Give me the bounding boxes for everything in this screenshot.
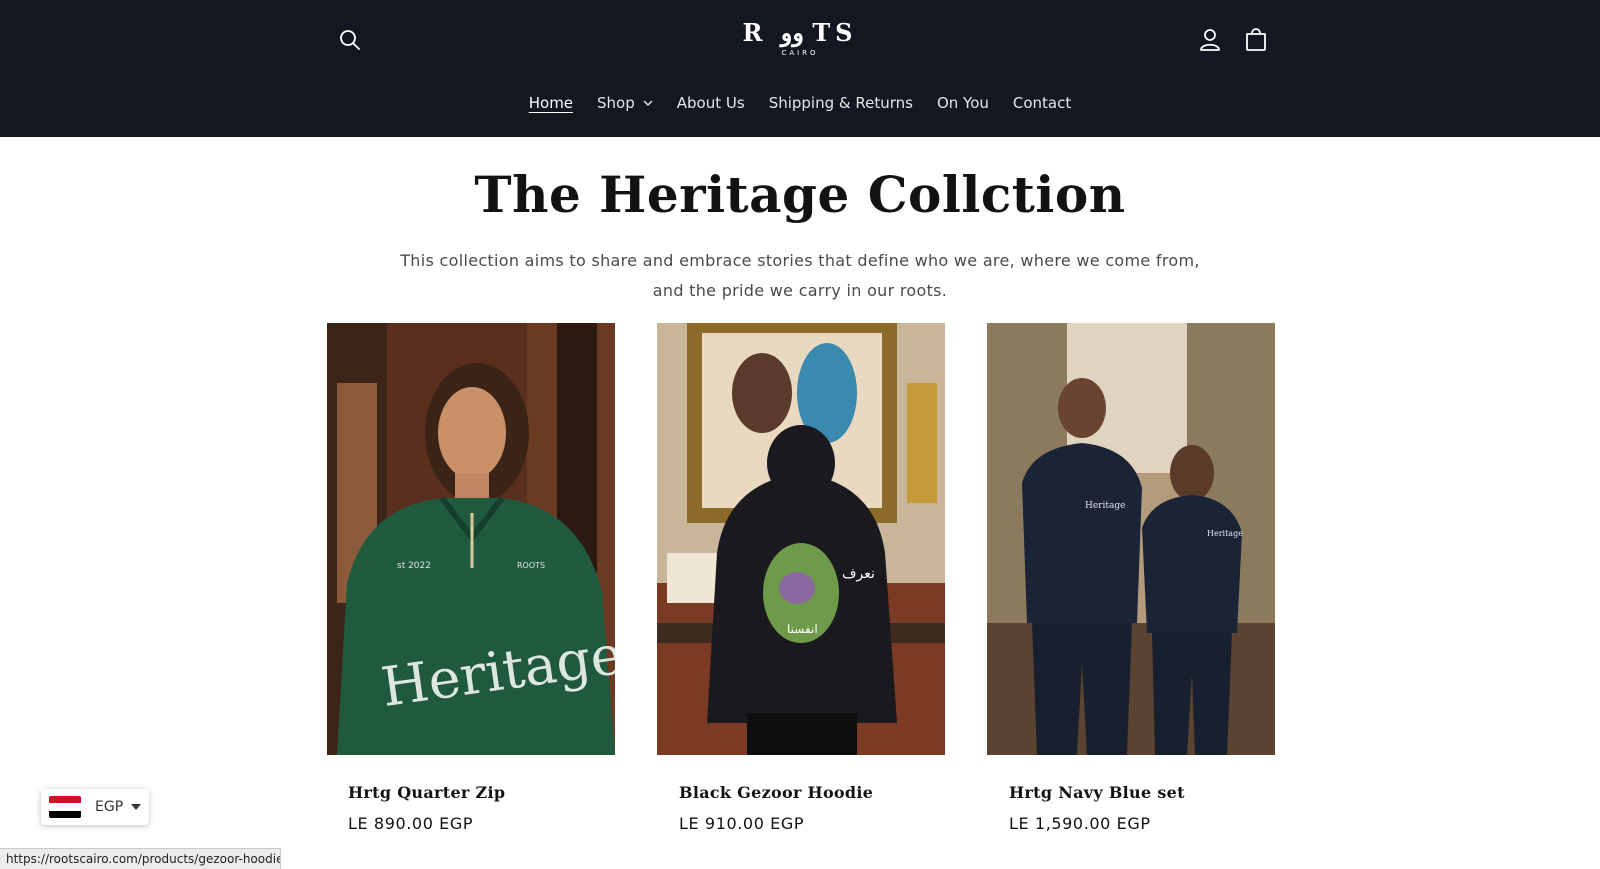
logo-subtext: CAIRO (781, 49, 819, 57)
chevron-down-icon (643, 100, 653, 106)
site-header: R وو TS CAIRO Home Shop About Us Shippin… (0, 0, 1600, 137)
svg-text:انفسنا: انفسنا (787, 622, 818, 636)
user-icon[interactable] (1194, 24, 1226, 56)
nav-on-you[interactable]: On You (925, 94, 1001, 112)
collection-title: The Heritage Collction (474, 165, 1126, 224)
product-card[interactable]: Heritage st 2022 ROOTS (327, 323, 615, 755)
currency-selector[interactable]: EGP (41, 789, 149, 825)
product-name[interactable]: Hrtg Quarter Zip (348, 783, 505, 802)
nav-shipping-returns[interactable]: Shipping & Returns (757, 94, 925, 112)
nav-about-us[interactable]: About Us (665, 94, 757, 112)
currency-code: EGP (95, 799, 124, 815)
nav-shop-label: Shop (597, 94, 635, 112)
svg-text:نعرف: نعرف (842, 566, 875, 582)
product-price: LE 910.00 EGP (679, 814, 805, 833)
svg-text:st 2022: st 2022 (397, 561, 431, 571)
product-image[interactable]: نعرف انفسنا (657, 323, 945, 755)
product-name[interactable]: Black Gezoor Hoodie (679, 783, 873, 802)
product-image[interactable]: Heritage Heritage (987, 323, 1275, 755)
product-price: LE 890.00 EGP (348, 814, 474, 833)
nav-contact[interactable]: Contact (1001, 94, 1083, 112)
egypt-flag-icon (49, 796, 81, 818)
collection-description: This collection aims to share and embrac… (400, 251, 1200, 300)
logo-text: R وو TS (742, 18, 858, 47)
svg-text:Heritage: Heritage (1207, 529, 1243, 538)
caret-down-icon (131, 804, 142, 810)
svg-text:Heritage: Heritage (1085, 501, 1125, 511)
product-price: LE 1,590.00 EGP (1009, 814, 1151, 833)
svg-text:ROOTS: ROOTS (517, 561, 545, 570)
product-card[interactable]: نعرف انفسنا (657, 323, 945, 755)
search-icon[interactable] (334, 24, 366, 56)
main-nav: Home Shop About Us Shipping & Returns On… (0, 88, 1600, 118)
nav-home[interactable]: Home (517, 94, 585, 112)
product-image[interactable]: Heritage st 2022 ROOTS (327, 323, 615, 755)
browser-status-url: https://rootscairo.com/products/gezoor-h… (0, 848, 281, 869)
product-name[interactable]: Hrtg Navy Blue set (1009, 783, 1185, 802)
product-card[interactable]: Heritage Heritage (987, 323, 1275, 755)
cart-icon[interactable] (1240, 24, 1272, 56)
nav-shop[interactable]: Shop (585, 94, 665, 112)
site-logo[interactable]: R وو TS CAIRO (730, 18, 870, 62)
